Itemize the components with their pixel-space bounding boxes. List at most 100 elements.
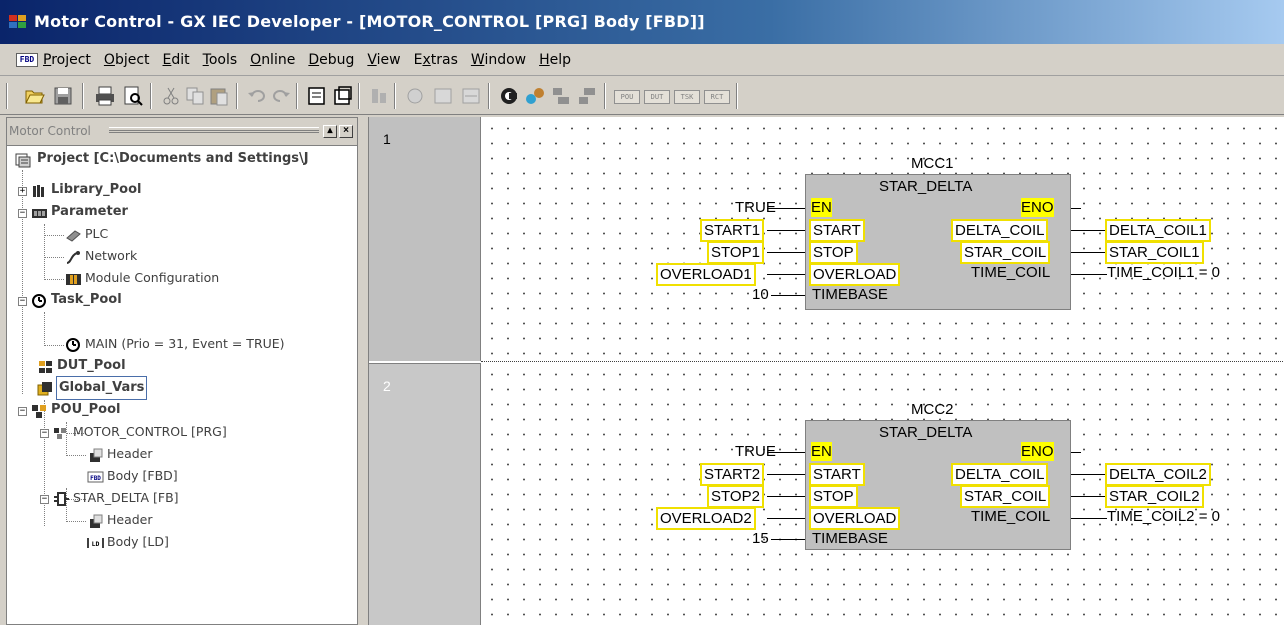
task-pool-icon (32, 294, 46, 308)
menu-tools[interactable]: Tools (203, 52, 238, 68)
toolbar-separator (236, 83, 238, 109)
wire (771, 539, 805, 540)
tree-item-star-delta[interactable]: STAR_DELTA [FB] (73, 487, 179, 509)
tree-item-task-pool[interactable]: Task_Pool (51, 289, 122, 311)
fbd-editor: 1 2 MCC1 STAR_DELTA TRUE START1 STOP1 OV… (368, 117, 1284, 625)
fb-instance-name[interactable]: MCC2 (911, 400, 954, 419)
svg-text:FBD: FBD (90, 475, 101, 482)
pin-start: START (809, 463, 865, 486)
new-rct-button[interactable]: RCT (704, 90, 730, 104)
tree-item-prg-header[interactable]: Header (107, 443, 153, 465)
new-task-button[interactable]: TSK (674, 90, 700, 104)
title-bar: Motor Control - GX IEC Developer - [MOTO… (0, 0, 1284, 44)
input-stop-variable[interactable]: STOP2 (707, 485, 764, 508)
input-timebase-value[interactable]: 10 (752, 285, 769, 304)
menu-debug[interactable]: Debug (308, 52, 354, 68)
tree-item-plc[interactable]: PLC (85, 223, 108, 245)
new-pou-button[interactable]: POU (614, 90, 640, 104)
redo-icon[interactable] (270, 85, 292, 107)
rebuild-all-icon[interactable] (460, 85, 482, 107)
network-icon (66, 251, 80, 264)
build-icon[interactable] (404, 85, 426, 107)
pin-eno: ENO (1021, 198, 1054, 217)
minimize-panel-icon[interactable]: ▴ (323, 125, 337, 138)
pin-time-coil: TIME_COIL (971, 508, 1051, 525)
tree-item-main-task[interactable]: MAIN (Prio = 31, Event = TRUE) (85, 333, 285, 355)
collapse-parameter[interactable]: − (18, 209, 27, 218)
input-stop-variable[interactable]: STOP1 (707, 241, 764, 264)
network-number-column[interactable]: 1 (369, 117, 481, 361)
undo-icon[interactable] (246, 85, 268, 107)
input-timebase-value[interactable]: 15 (752, 529, 769, 548)
tree-item-fb-body[interactable]: Body [LD] (107, 531, 169, 553)
network-number-column[interactable]: 2 (369, 363, 481, 625)
menu-edit[interactable]: Edit (163, 52, 190, 68)
save-icon[interactable] (52, 85, 74, 107)
rebuild-icon[interactable] (432, 85, 454, 107)
toolbar-grip (6, 83, 8, 109)
output-time-coil-value[interactable]: TIME_COIL1 = 0 (1107, 263, 1220, 282)
output-delta-coil-variable[interactable]: DELTA_COIL1 (1105, 219, 1211, 242)
fb-instance-name[interactable]: MCC1 (911, 154, 954, 173)
pin-time-coil: TIME_COIL (971, 264, 1051, 281)
tree-item-module-configuration[interactable]: Module Configuration (85, 267, 219, 289)
wire (1071, 252, 1107, 253)
transfer-icon[interactable] (524, 85, 546, 107)
menu-view[interactable]: View (367, 52, 400, 68)
collapse-task-pool[interactable]: − (18, 297, 27, 306)
new-dut-button[interactable]: DUT (644, 90, 670, 104)
output-star-coil-variable[interactable]: STAR_COIL2 (1105, 485, 1204, 508)
copy-icon[interactable] (184, 85, 206, 107)
input-overload-variable[interactable]: OVERLOAD2 (656, 507, 756, 530)
tree-item-global-vars[interactable]: Global_Vars (55, 376, 148, 400)
tree-item-dut-pool[interactable]: DUT_Pool (57, 355, 126, 377)
tree-item-fb-header[interactable]: Header (107, 509, 153, 531)
check-icon[interactable] (368, 85, 390, 107)
tree-item-network[interactable]: Network (85, 245, 137, 267)
network-number: 1 (383, 131, 391, 147)
menu-online[interactable]: Online (250, 52, 295, 68)
module-configuration-icon (66, 274, 81, 285)
upload-icon[interactable] (576, 85, 598, 107)
print-preview-icon[interactable] (122, 85, 144, 107)
paste-icon[interactable] (208, 85, 230, 107)
panel-grip[interactable] (109, 127, 319, 133)
tree-line (66, 521, 86, 522)
tree-item-library-pool[interactable]: Library_Pool (51, 179, 141, 201)
menu-project[interactable]: Project (43, 52, 91, 68)
menu-window[interactable]: Window (471, 52, 526, 68)
wire (767, 496, 805, 497)
menu-help[interactable]: Help (539, 52, 571, 68)
output-time-coil-value[interactable]: TIME_COIL2 = 0 (1107, 507, 1220, 526)
input-start-variable[interactable]: START1 (700, 219, 765, 242)
menu-object[interactable]: Object (104, 52, 150, 68)
collapse-pou-pool[interactable]: − (18, 407, 27, 416)
input-start-variable[interactable]: START2 (700, 463, 765, 486)
tree-item-parameter[interactable]: Parameter (51, 201, 128, 223)
tree-item-prg-body[interactable]: Body [FBD] (107, 465, 178, 487)
tree-line (44, 235, 64, 236)
wire (1071, 496, 1107, 497)
download-icon[interactable] (550, 85, 572, 107)
menu-extras[interactable]: Extras (414, 52, 458, 68)
output-delta-coil-variable[interactable]: DELTA_COIL2 (1105, 463, 1211, 486)
tree-item-motor-control[interactable]: MOTOR_CONTROL [PRG] (73, 421, 227, 443)
monitor-icon[interactable] (498, 85, 520, 107)
output-star-coil-variable[interactable]: STAR_COIL1 (1105, 241, 1204, 264)
collapse-star-delta[interactable]: − (40, 495, 49, 504)
properties-icon[interactable] (306, 85, 328, 107)
collapse-motor-control[interactable]: − (40, 429, 49, 438)
fb-type-name: STAR_DELTA (879, 178, 973, 195)
open-icon[interactable] (24, 85, 46, 107)
tree-item-project[interactable]: Project [C:\Documents and Settings\J (37, 148, 309, 170)
cut-icon[interactable] (160, 85, 182, 107)
plc-icon (66, 230, 81, 242)
open-object-icon[interactable] (332, 85, 354, 107)
expand-library-pool[interactable]: + (18, 187, 27, 196)
fbd-document-icon[interactable]: FBD (16, 53, 38, 67)
print-icon[interactable] (94, 85, 116, 107)
close-panel-icon[interactable]: × (339, 125, 353, 138)
dut-pool-icon (39, 361, 52, 373)
input-overload-variable[interactable]: OVERLOAD1 (656, 263, 756, 286)
tree-item-pou-pool[interactable]: POU_Pool (51, 399, 120, 421)
